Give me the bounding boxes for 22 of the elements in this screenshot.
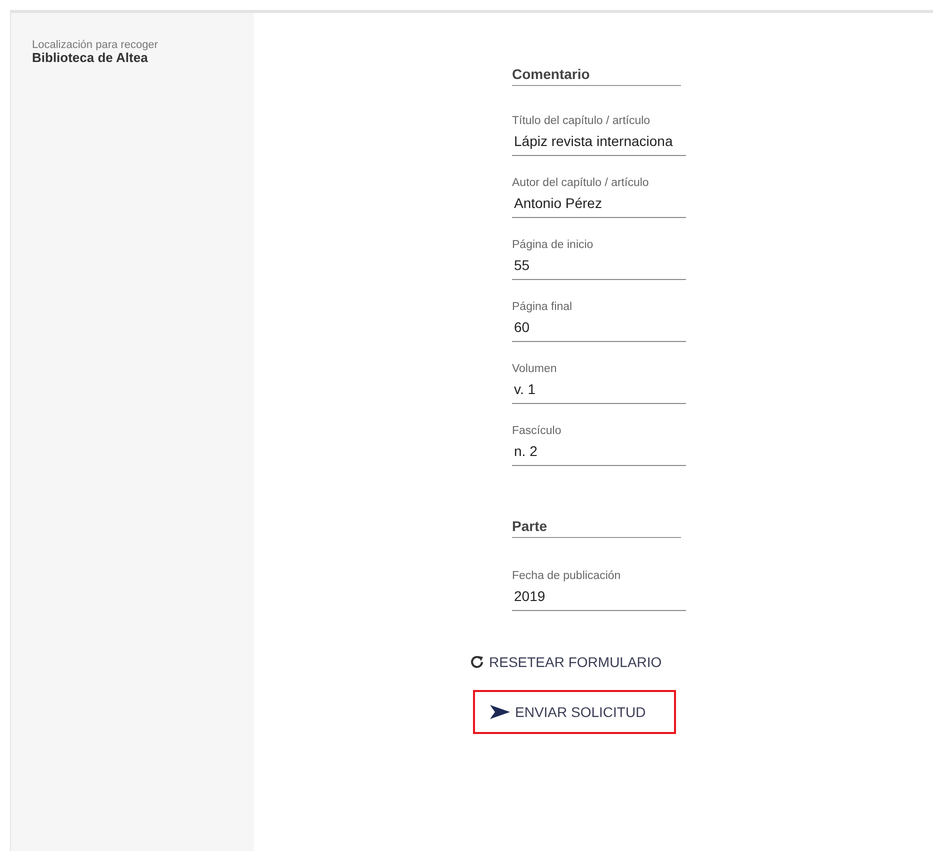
input-field[interactable]: 55 — [512, 257, 686, 280]
send-icon — [489, 704, 511, 720]
pickup-location: Biblioteca de Altea — [32, 51, 148, 65]
field-label: Autor del capítulo / artículo — [512, 176, 649, 190]
pickup-label: Localización para recoger — [32, 39, 159, 51]
field-label: Página de inicio — [512, 238, 594, 252]
input-field[interactable]: Antonio Pérez — [512, 195, 686, 218]
field-label: Fascículo — [512, 424, 562, 438]
input-field[interactable]: 60 — [512, 319, 686, 342]
input-field[interactable]: n. 2 — [512, 443, 686, 466]
field-label: Volumen — [512, 362, 557, 376]
field-label: Página final — [512, 300, 572, 314]
input-field[interactable]: v. 1 — [512, 381, 686, 404]
field-label: Título del capítulo / artículo — [512, 114, 650, 128]
section-heading: Comentario — [512, 66, 681, 86]
submit-button[interactable]: ENVIAR SOLICITUD — [473, 690, 676, 734]
input-field[interactable]: Lápiz revista internaciona — [512, 133, 686, 156]
field-label: Fecha de publicación — [512, 569, 621, 583]
section-heading: Parte — [512, 518, 681, 538]
reset-button[interactable]: RESETEAR FORMULARIO — [467, 648, 664, 676]
input-field[interactable]: 2019 — [512, 588, 686, 611]
reset-icon — [469, 654, 485, 670]
